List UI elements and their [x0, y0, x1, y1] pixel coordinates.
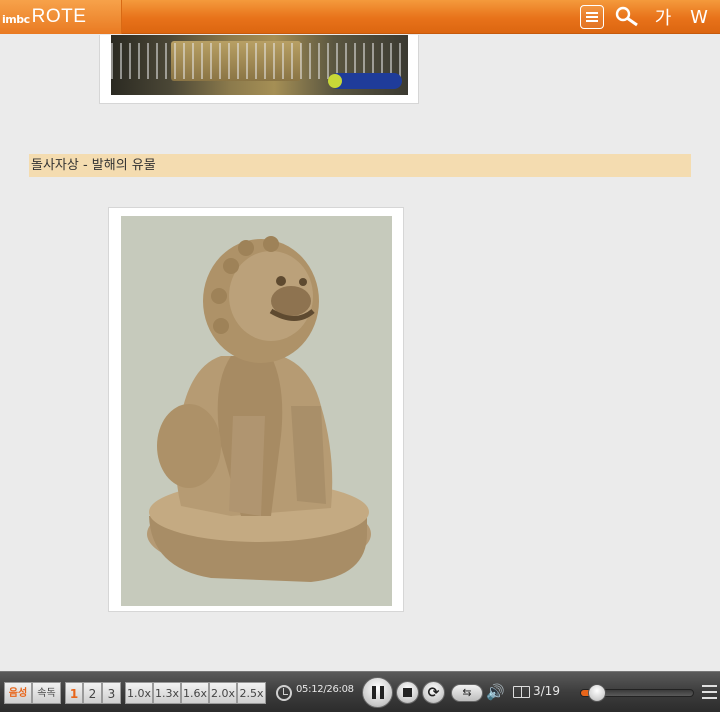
font-size-icon[interactable]: 가: [650, 4, 676, 30]
page-counter: 3/19: [533, 684, 560, 698]
app-logo[interactable]: imbc ROTE: [0, 0, 122, 34]
search-icon[interactable]: [614, 4, 640, 30]
player-control-bar: 음성 속독 1 2 3 1.0x 1.3x 1.6x 2.0x 2.5x 05:…: [0, 671, 720, 712]
pause-button[interactable]: [362, 677, 393, 708]
voice-1-button[interactable]: 1: [65, 682, 83, 704]
stop-button[interactable]: [396, 681, 419, 704]
progress-knob[interactable]: [588, 684, 606, 702]
document-content[interactable]: 돌사자상 - 발해의 유물: [0, 35, 720, 671]
top-bar: imbc ROTE 가 W: [0, 0, 720, 34]
repeat-icon[interactable]: ⇆: [451, 684, 483, 702]
figure-caption: 돌사자상 - 발해의 유물: [29, 154, 691, 177]
menu-icon[interactable]: [580, 5, 604, 29]
stone-lion-photo: [121, 216, 392, 606]
voice-3-button[interactable]: 3: [102, 682, 121, 704]
replay-icon[interactable]: ⟳: [422, 681, 445, 704]
font-size-label: 가: [654, 8, 672, 29]
logo-big-text: ROTE: [31, 6, 87, 27]
bookmark-icon[interactable]: W: [686, 4, 712, 30]
logo-small-text: imbc: [2, 12, 30, 26]
bookmark-label: W: [690, 6, 708, 28]
image-frame-lion: [108, 207, 404, 612]
speed-2-5-button[interactable]: 2.5x: [237, 682, 266, 704]
speed-2-0-button[interactable]: 2.0x: [209, 682, 237, 704]
image-frame-top: [99, 35, 419, 104]
top-icons: 가 W: [580, 4, 712, 30]
player-menu-icon[interactable]: [702, 685, 717, 700]
volume-icon[interactable]: 🔊: [486, 683, 505, 701]
playback-time: 05:12/26:08: [296, 684, 354, 695]
watermark-logo-icon: [328, 73, 402, 89]
voice-2-button[interactable]: 2: [83, 682, 102, 704]
speed-read-mode-button[interactable]: 속독: [32, 682, 61, 704]
clock-icon: [276, 685, 292, 701]
stone-lion-illustration: [147, 236, 371, 582]
book-icon: [513, 686, 530, 698]
audio-mode-button[interactable]: 음성: [4, 682, 32, 704]
speed-1-6-button[interactable]: 1.6x: [181, 682, 209, 704]
pagoda-photo: [111, 35, 408, 95]
progress-slider[interactable]: [580, 684, 694, 702]
speed-1-3-button[interactable]: 1.3x: [153, 682, 181, 704]
speed-1-0-button[interactable]: 1.0x: [125, 682, 153, 704]
